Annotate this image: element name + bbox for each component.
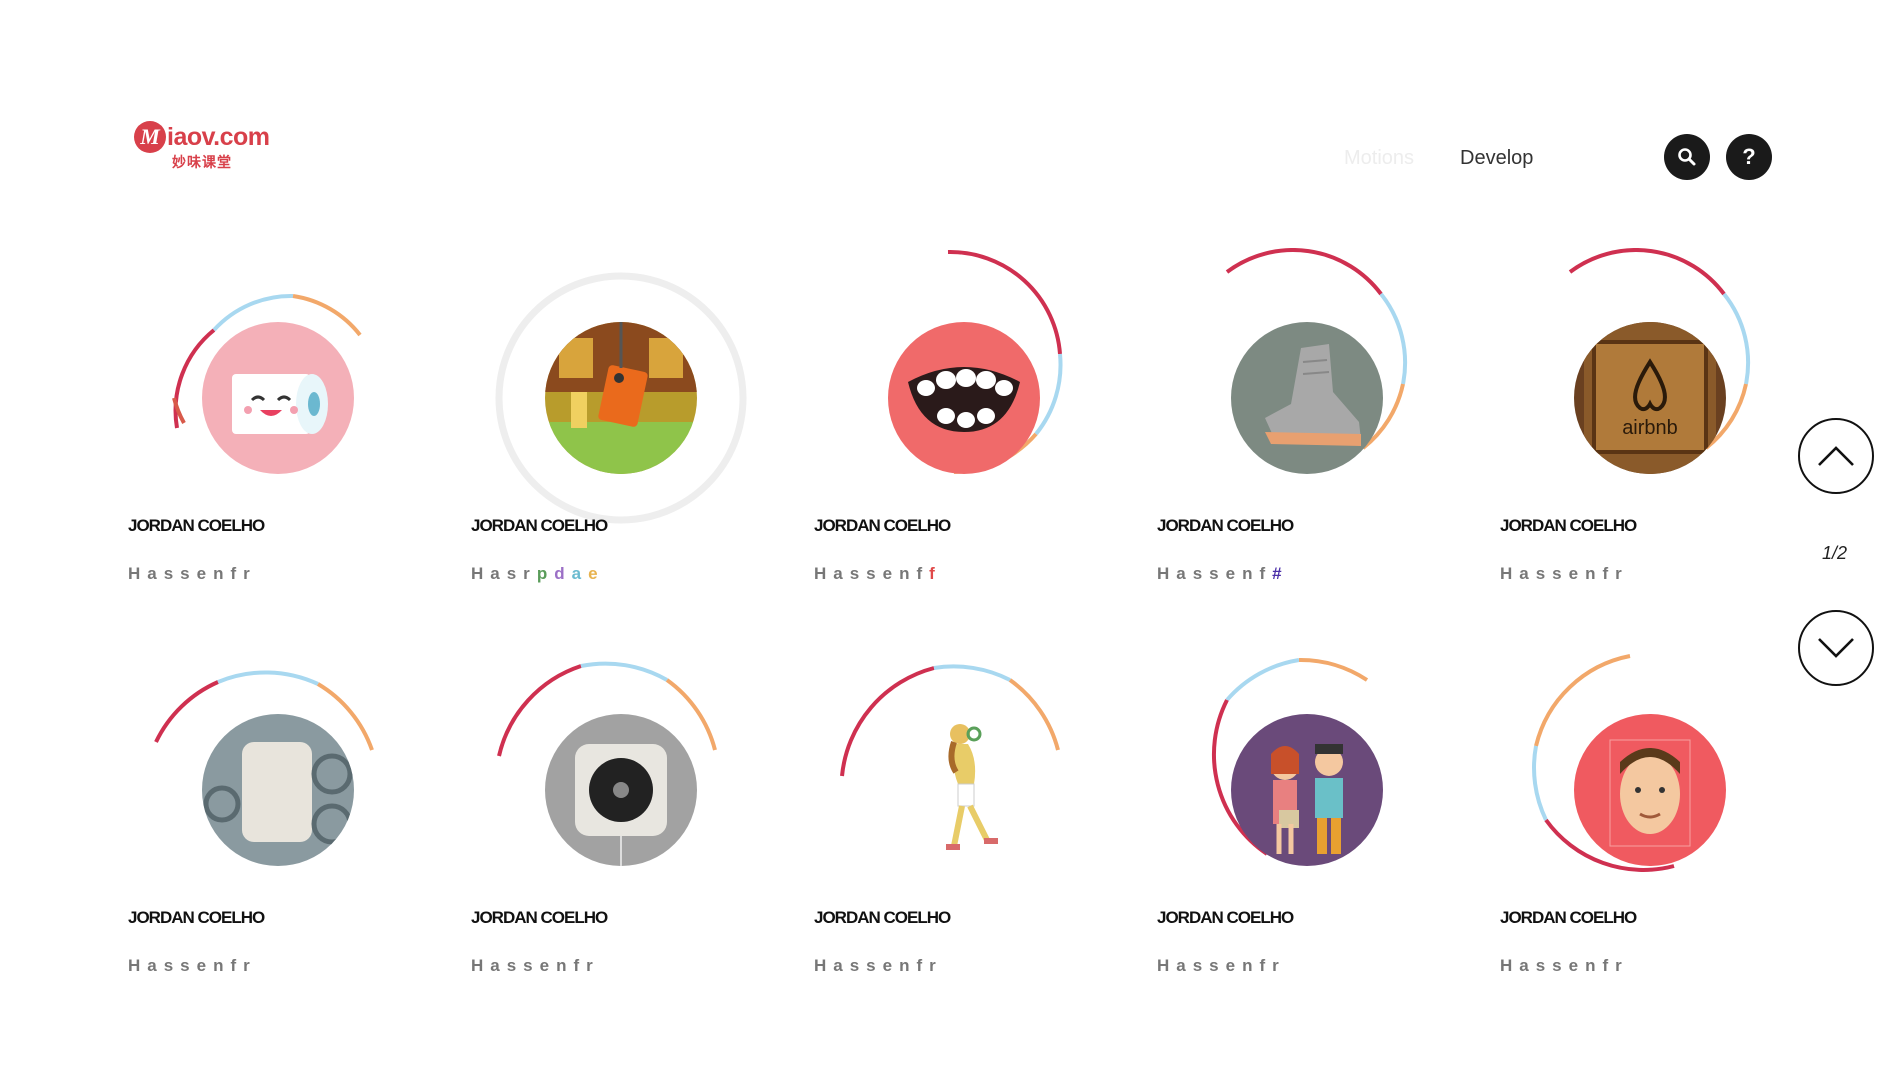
subtitle-char: d [554, 564, 572, 583]
face-illustration [1574, 714, 1726, 866]
subtitle-char: a [571, 564, 589, 583]
project-card[interactable]: JORDAN COELHO Hassenf# [1157, 248, 1457, 608]
mouth-illustration [888, 322, 1040, 474]
card-subtitle: Hassenfr [1500, 956, 1629, 975]
card-subtitle: Hassenfr [128, 956, 257, 975]
walking-man-illustration [888, 714, 1040, 866]
subtitle-char: e [588, 564, 605, 583]
logo-main: M iaov.com [134, 120, 270, 154]
card-name: JORDAN COELHO [814, 516, 951, 535]
project-card[interactable]: JORDAN COELHO Hassenfr [128, 640, 428, 1000]
project-card[interactable]: JORDAN COELHO Hassenfr [128, 248, 428, 608]
card-name: JORDAN COELHO [1157, 516, 1294, 535]
project-card[interactable]: JORDAN COELHO Hassenff [814, 248, 1114, 608]
card-name: JORDAN COELHO [128, 516, 265, 535]
project-card[interactable]: JORDAN COELHO Hassenfr [1157, 640, 1457, 1000]
card-name: JORDAN COELHO [1500, 516, 1637, 535]
card-subtitle-text: Hassenf [814, 564, 930, 583]
subtitle-char: f [929, 564, 942, 583]
project-card[interactable]: JORDAN COELHO Hassenfr [814, 640, 1114, 1000]
subtitle-char: # [1272, 564, 1289, 583]
page-down-button[interactable] [1798, 610, 1874, 686]
couple-illustration [1231, 714, 1383, 866]
logo-letter: M [134, 121, 166, 153]
project-card[interactable]: JORDAN COELHO Hassenfr [471, 640, 771, 1000]
card-subtitle: Hassenfr [814, 956, 943, 975]
card-name: JORDAN COELHO [471, 908, 608, 927]
card-subtitle: Hassenfr [128, 564, 257, 583]
card-name: JORDAN COELHO [128, 908, 265, 927]
card-subtitle: Hassenfr [1500, 564, 1629, 583]
card-subtitle: Hassenfr [1157, 956, 1286, 975]
search-button[interactable] [1664, 134, 1710, 180]
chevron-up-icon [1818, 446, 1854, 466]
tesla-battery-photo [202, 714, 354, 866]
card-subtitle-text: Hasr [471, 564, 537, 583]
card-name: JORDAN COELHO [1500, 908, 1637, 927]
toilet-roll-illustration [202, 322, 354, 474]
project-card[interactable]: JORDAN COELHO Hasrpdae [471, 248, 771, 608]
nav-motions[interactable]: Motions [1344, 147, 1414, 170]
card-subtitle: Hasrpdae [471, 564, 605, 584]
airbnb-photo: airbnb [1574, 322, 1726, 474]
card-subtitle-text: Hassenf [1157, 564, 1273, 583]
card-name: JORDAN COELHO [471, 516, 608, 535]
chevron-down-icon [1818, 638, 1854, 658]
page-up-button[interactable] [1798, 418, 1874, 494]
card-name: JORDAN COELHO [814, 908, 951, 927]
help-button[interactable]: ? [1726, 134, 1772, 180]
card-name: JORDAN COELHO [1157, 908, 1294, 927]
card-subtitle: Hassenff [814, 564, 942, 584]
cd-player-photo [545, 714, 697, 866]
page-indicator: 1/2 [1822, 543, 1848, 563]
project-card[interactable]: airbnb JORDAN COELHO Hassenfr [1500, 248, 1800, 608]
project-card[interactable]: JORDAN COELHO Hassenfr [1500, 640, 1800, 1000]
logo-subtitle: 妙味课堂 [172, 154, 232, 170]
logo-brand: iaov.com [167, 122, 270, 151]
boot-illustration [1231, 322, 1383, 474]
subtitle-char: p [536, 564, 555, 583]
airbnb-text: airbnb [1622, 417, 1678, 439]
card-subtitle: Hassenfr [471, 956, 600, 975]
site-logo[interactable]: M iaov.com 妙味课堂 [134, 120, 294, 172]
robot-illustration [545, 322, 697, 474]
search-icon [1678, 148, 1696, 166]
card-subtitle: Hassenf# [1157, 564, 1289, 584]
nav-develop[interactable]: Develop [1460, 147, 1533, 170]
